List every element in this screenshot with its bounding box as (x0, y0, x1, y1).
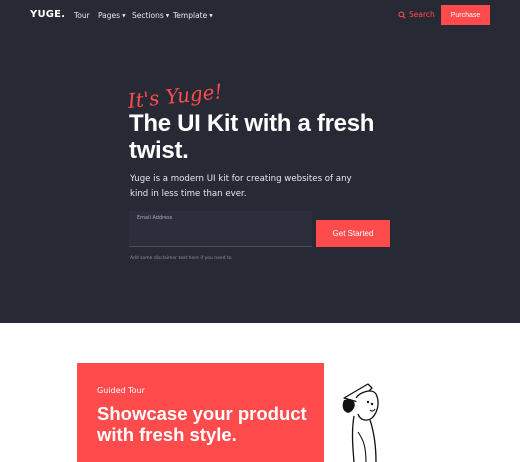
purchase-button[interactable]: Purchase (441, 5, 490, 25)
tour-label: Guided Tour (97, 386, 145, 395)
hero-subtitle: Yuge is a modern UI kit for creating web… (130, 174, 352, 199)
nav-link-label: Template (173, 11, 208, 20)
nav-link-tour[interactable]: Tour (74, 11, 90, 20)
email-field[interactable]: Email Address (129, 211, 312, 247)
hero-headline: The UI Kit with a fresh twist. (129, 110, 375, 164)
email-input[interactable] (135, 224, 305, 242)
nav-link-label: Sections (132, 11, 164, 20)
nav-link-pages[interactable]: Pages ▼ (98, 11, 126, 20)
character-illustration (342, 383, 379, 462)
search-link[interactable]: Search (398, 10, 435, 19)
get-started-button[interactable]: Get Started (316, 220, 390, 247)
disclaimer-text: Add some disclaimer text here if you nee… (130, 256, 232, 261)
hero-script-text: It's Yuge! (126, 79, 224, 113)
search-label: Search (409, 10, 435, 19)
search-icon (398, 10, 406, 19)
nav-link-label: Pages (98, 11, 121, 20)
caret-down-icon: ▼ (209, 14, 213, 19)
guided-tour-card: Guided Tour Showcase your product with f… (77, 363, 324, 462)
nav-link-label: Tour (74, 11, 90, 20)
logo[interactable]: YUGE. (30, 9, 65, 20)
nav-link-template[interactable]: Template ▼ (173, 11, 213, 20)
hero-section: YUGE. Tour Pages ▼ Sections ▼ Template ▼ Se… (0, 0, 520, 323)
tour-title: Showcase your product with fresh style. (97, 403, 307, 445)
nav-link-sections[interactable]: Sections ▼ (132, 11, 169, 20)
caret-down-icon: ▼ (122, 14, 126, 19)
caret-down-icon: ▼ (165, 14, 170, 19)
email-label: Email Address (137, 215, 173, 221)
